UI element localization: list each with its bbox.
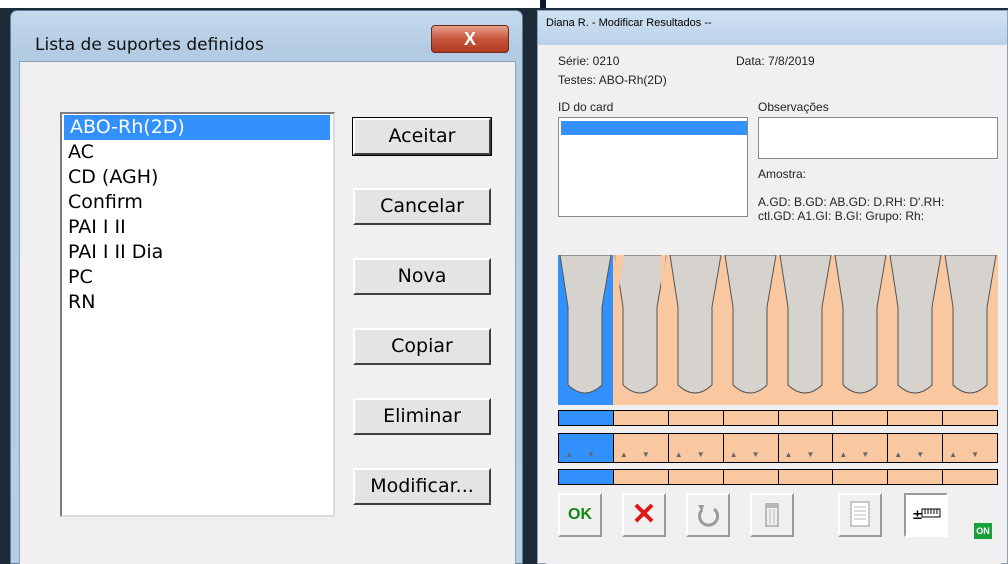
card-id-list[interactable] — [558, 117, 748, 217]
dialog-client-area: Série: 0210 Data: 7/8/2019 Testes: ABO-R… — [546, 45, 1001, 564]
serie-label: Série: 0210 — [558, 54, 620, 68]
list-item[interactable]: PAI I II Dia — [62, 240, 333, 265]
cancel-x-icon: ✕ — [631, 498, 657, 531]
undo-button[interactable] — [686, 493, 730, 537]
list-item[interactable]: CD (AGH) — [62, 165, 333, 190]
dialog-titlebar: Diana R. - Modificar Resultados -- — [538, 11, 1007, 45]
trash-icon — [765, 503, 779, 527]
cancel-button[interactable]: Cancelar — [353, 188, 491, 225]
well-cell[interactable] — [723, 469, 779, 485]
well-cell[interactable] — [888, 469, 944, 485]
new-button[interactable]: Nova — [353, 258, 491, 295]
well-cell[interactable] — [778, 410, 834, 426]
sample-label: Amostra: — [758, 167, 807, 181]
dialog-title: Lista de suportes definidos — [35, 35, 264, 55]
list-item[interactable]: ABO-Rh(2D) — [64, 115, 330, 140]
accept-button[interactable]: Aceitar — [352, 117, 492, 156]
card-id-label: ID do card — [558, 100, 614, 114]
on-status-badge: ON — [974, 523, 992, 539]
reaction-stepper[interactable]: ▲ ▼ — [723, 433, 779, 463]
reaction-stepper[interactable]: ▲ ▼ — [888, 433, 944, 463]
dialog-client-area: ABO-Rh(2D) AC CD (AGH) Confirm PAI I II … — [19, 61, 516, 564]
well-cell[interactable] — [888, 410, 944, 426]
well-cell[interactable] — [613, 469, 669, 485]
reaction-stepper-row: ▲ ▼ ▲ ▼ ▲ ▼ ▲ ▼ ▲ ▼ ▲ ▼ ▲ ▼ ▲ ▼ — [558, 433, 998, 463]
modify-button[interactable]: Modificar... — [353, 468, 491, 505]
well-cell[interactable] — [943, 469, 998, 485]
background-strip — [0, 0, 1008, 8]
list-item[interactable]: Confirm — [62, 190, 333, 215]
delete-button[interactable]: Eliminar — [353, 398, 491, 435]
supports-list-dialog: Lista de suportes definidos X ABO-Rh(2D)… — [10, 10, 523, 564]
reaction-stepper[interactable]: ▲ ▼ — [943, 433, 998, 463]
reaction-stepper[interactable]: ▲ ▼ — [613, 433, 669, 463]
background-strip-gap — [540, 0, 546, 8]
undo-icon — [698, 505, 719, 527]
supports-listbox[interactable]: ABO-Rh(2D) AC CD (AGH) Confirm PAI I II … — [60, 112, 335, 517]
well-row-1 — [558, 410, 998, 426]
well-cell[interactable] — [558, 469, 614, 485]
well-cell[interactable] — [943, 410, 998, 426]
well-cell[interactable] — [723, 410, 779, 426]
reaction-stepper[interactable]: ▲ ▼ — [833, 433, 889, 463]
results-labels-row2: ctl.GD: A1.GI: B.GI: Grupo: Rh: — [758, 209, 925, 223]
well-cell[interactable] — [833, 469, 889, 485]
report-button[interactable] — [838, 493, 882, 537]
well-row-2 — [558, 469, 998, 485]
svg-text:±: ± — [912, 508, 923, 523]
gel-card-graphic — [558, 255, 998, 405]
list-item[interactable]: PC — [62, 265, 333, 290]
results-labels-row1: A.GD: B.GD: AB.GD: D.RH: D'.RH: — [758, 195, 945, 209]
report-icon — [850, 501, 870, 527]
close-button[interactable]: X — [431, 25, 509, 53]
reaction-stepper[interactable]: ▲ ▼ — [558, 433, 614, 463]
observations-input[interactable] — [758, 117, 998, 159]
cancel-x-button[interactable]: ✕ — [622, 493, 666, 537]
reaction-stepper[interactable]: ▲ ▼ — [668, 433, 724, 463]
card-id-selected-row[interactable] — [561, 121, 747, 135]
well-cell[interactable] — [668, 410, 724, 426]
list-item[interactable]: RN — [62, 290, 333, 315]
well-cell[interactable] — [668, 469, 724, 485]
list-item[interactable]: AC — [62, 140, 333, 165]
adjust-icon: ± — [912, 508, 941, 523]
well-cell[interactable] — [833, 410, 889, 426]
ok-button[interactable]: OK — [558, 493, 602, 537]
well-cell[interactable] — [558, 410, 614, 426]
adjust-button[interactable]: ± — [904, 493, 948, 537]
well-cell[interactable] — [613, 410, 669, 426]
well-cell[interactable] — [778, 469, 834, 485]
reaction-stepper[interactable]: ▲ ▼ — [778, 433, 834, 463]
tests-label: Testes: ABO-Rh(2D) — [558, 73, 667, 87]
date-label: Data: 7/8/2019 — [736, 54, 815, 68]
modify-results-dialog: Diana R. - Modificar Resultados -- Série… — [537, 10, 1008, 564]
list-item[interactable]: PAI I II — [62, 215, 333, 240]
observations-label: Observações — [758, 100, 829, 114]
copy-button[interactable]: Copiar — [353, 328, 491, 365]
gel-card[interactable] — [558, 255, 998, 430]
delete-card-button[interactable] — [750, 493, 794, 537]
ok-icon: OK — [568, 506, 592, 523]
